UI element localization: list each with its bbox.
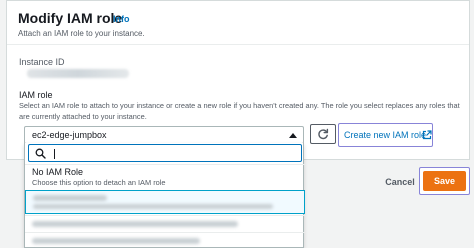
option-no-iam-role[interactable]: No IAM Role Choose this option to detach… bbox=[25, 164, 305, 190]
iam-role-dropdown: No IAM Role Choose this option to detach… bbox=[24, 143, 305, 248]
redacted-text bbox=[32, 238, 200, 244]
option-selected-role-redacted[interactable] bbox=[25, 190, 305, 214]
option-role-redacted[interactable] bbox=[25, 232, 305, 248]
redacted-text bbox=[32, 221, 238, 227]
caret-up-icon bbox=[289, 133, 297, 138]
instance-id-label: Instance ID bbox=[19, 57, 65, 67]
role-search-box[interactable] bbox=[28, 144, 302, 162]
redacted-text bbox=[33, 195, 107, 201]
instance-id-value-redacted bbox=[27, 69, 129, 78]
role-search-input[interactable] bbox=[49, 146, 295, 160]
refresh-icon bbox=[318, 128, 329, 140]
option-title: No IAM Role bbox=[32, 167, 84, 177]
external-link-icon bbox=[422, 130, 432, 140]
iam-role-description: Select an IAM role to attach to your ins… bbox=[19, 101, 460, 121]
iam-role-selected-value: ec2-edge-jumpbox bbox=[32, 130, 107, 140]
page-title: Modify IAM role bbox=[18, 10, 123, 26]
cancel-button[interactable]: Cancel bbox=[380, 174, 420, 190]
redacted-text bbox=[33, 204, 273, 209]
option-description: Choose this option to detach an IAM role bbox=[32, 178, 166, 187]
iam-role-label: IAM role bbox=[19, 90, 53, 100]
option-role-redacted[interactable] bbox=[25, 215, 305, 231]
info-link[interactable]: Info bbox=[113, 14, 130, 24]
save-button-frame: Save bbox=[419, 167, 470, 195]
text-cursor bbox=[54, 149, 55, 159]
iam-role-select[interactable]: ec2-edge-jumpbox bbox=[24, 126, 304, 144]
panel-header: Modify IAM role Info Attach an IAM role … bbox=[7, 1, 469, 45]
search-icon bbox=[35, 148, 46, 159]
page-subtitle: Attach an IAM role to your instance. bbox=[18, 29, 145, 38]
modify-iam-role-page: Modify IAM role Info Attach an IAM role … bbox=[0, 0, 474, 248]
save-button[interactable]: Save bbox=[423, 171, 466, 191]
create-new-iam-role-link[interactable]: Create new IAM role bbox=[344, 130, 426, 140]
create-new-iam-role-frame: Create new IAM role bbox=[338, 123, 433, 147]
refresh-button[interactable] bbox=[310, 124, 336, 144]
